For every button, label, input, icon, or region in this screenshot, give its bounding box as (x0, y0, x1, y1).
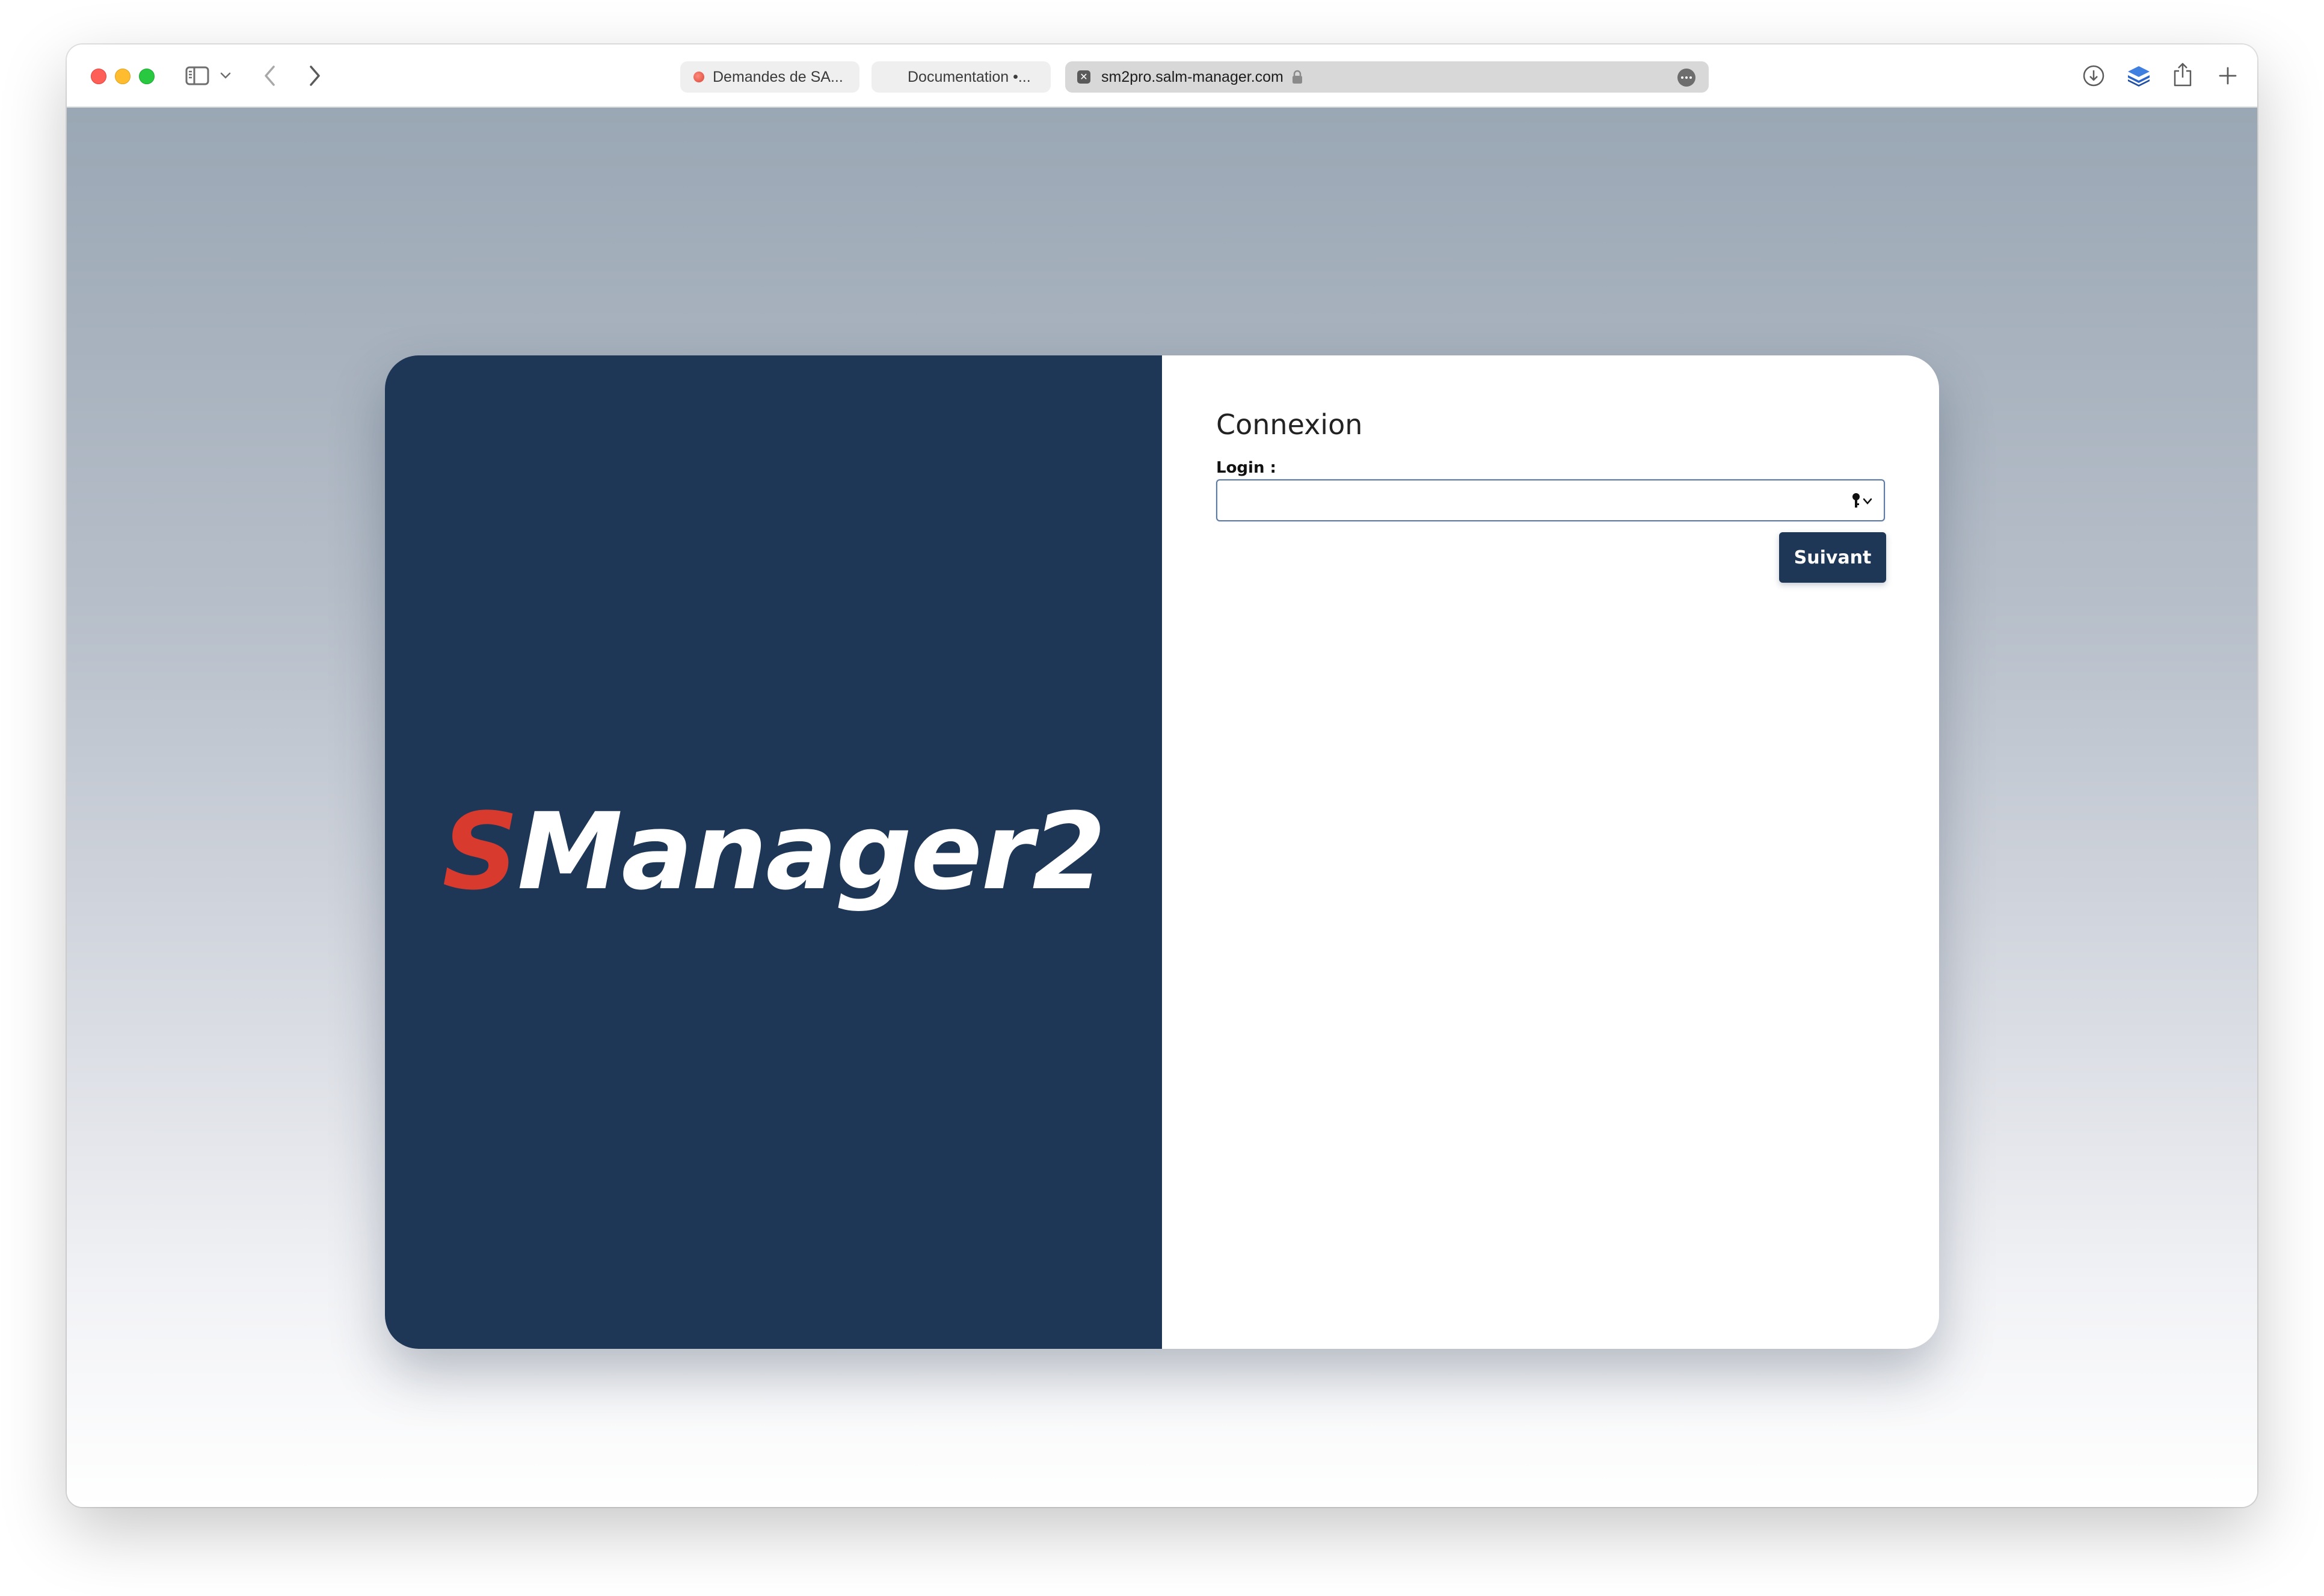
lock-icon (1292, 70, 1303, 84)
download-icon[interactable] (2080, 63, 2107, 89)
login-card: SManager2 Connexion Login : Suivant (385, 355, 1939, 1349)
tab-documentation[interactable]: Documentation •... (872, 61, 1051, 93)
login-input[interactable] (1217, 480, 1884, 520)
layers-icon[interactable] (2125, 63, 2153, 89)
chevron-down-icon[interactable] (218, 69, 233, 83)
brand-panel: SManager2 (385, 355, 1162, 1349)
plus-icon[interactable] (2215, 63, 2240, 89)
logo-text: Manager2 (517, 790, 1106, 913)
address-bar[interactable]: ✕ sm2pro.salm-manager.com (1065, 61, 1709, 93)
minimize-window-button[interactable] (115, 69, 131, 84)
share-icon[interactable] (2171, 60, 2195, 89)
sidebar-icon[interactable] (185, 65, 210, 87)
login-label: Login : (1216, 459, 1276, 477)
page-content: SManager2 Connexion Login : Suivant (67, 108, 2257, 1507)
zoom-window-button[interactable] (139, 69, 155, 84)
login-field[interactable] (1216, 479, 1885, 521)
chevron-down-icon (1863, 498, 1872, 505)
more-options-icon[interactable] (1677, 69, 1695, 87)
chevron-right-icon[interactable] (303, 63, 327, 89)
close-window-button[interactable] (91, 69, 106, 84)
key-icon[interactable] (1851, 493, 1873, 511)
logo-letter-s: S (442, 790, 518, 913)
close-tab-icon[interactable]: ✕ (1077, 70, 1090, 84)
login-form-panel: Connexion Login : Suivant (1162, 355, 1939, 1349)
tab-label: Documentation •... (908, 68, 1031, 85)
tab-label: Demandes de SA... (713, 68, 843, 85)
tab-demandes[interactable]: Demandes de SA... (680, 61, 859, 93)
address-url: sm2pro.salm-manager.com (1101, 68, 1283, 85)
browser-toolbar: Demandes de SA... Documentation •... ✕ s… (67, 45, 2257, 108)
page-title: Connexion (1216, 408, 1363, 441)
chevron-left-icon[interactable] (258, 63, 282, 89)
tab-favicon-icon (693, 72, 704, 82)
browser-window: Demandes de SA... Documentation •... ✕ s… (67, 45, 2257, 1507)
smanager2-logo: SManager2 (385, 799, 1162, 905)
next-button[interactable]: Suivant (1779, 532, 1886, 583)
